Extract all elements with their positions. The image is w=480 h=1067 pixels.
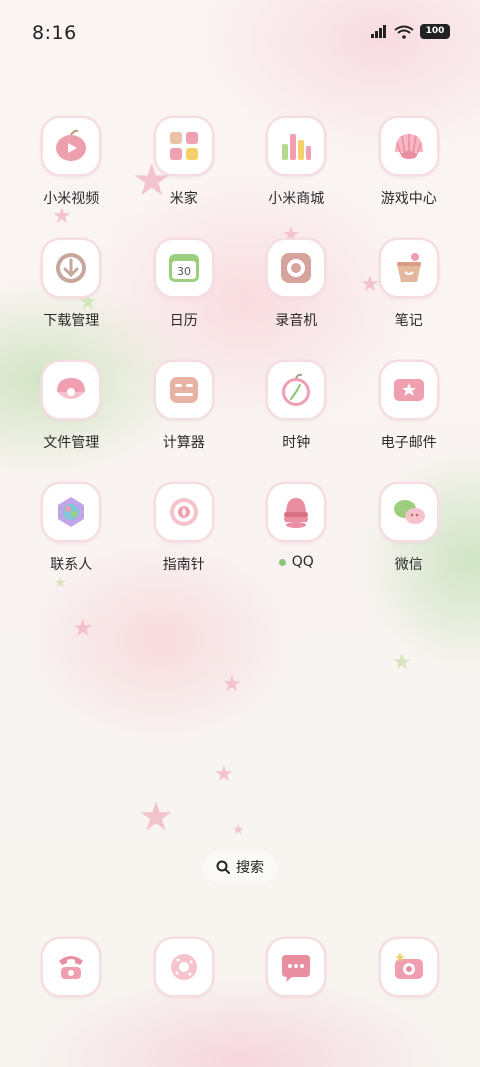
app-label: 文件管理 [43, 435, 100, 451]
home-grid-icon [155, 118, 212, 174]
app-compass[interactable]: 指南针 [128, 484, 241, 606]
calculator-icon [155, 362, 212, 418]
signal-icon [371, 24, 386, 38]
app-label: 米家 [169, 191, 198, 207]
camera-icon [380, 939, 437, 995]
qq-icon [268, 484, 325, 540]
app-label: 时钟 [282, 435, 311, 451]
email-icon [380, 362, 437, 418]
app-qq[interactable]: QQ [240, 484, 353, 606]
star-decoration-icon: ★ [138, 794, 174, 840]
app-label: 电子邮件 [380, 435, 437, 451]
calendar-icon: 30 [155, 240, 212, 296]
app-notes[interactable]: 笔记 [353, 240, 466, 362]
app-mijia[interactable]: 米家 [128, 118, 241, 240]
game-shell-icon [380, 118, 437, 174]
app-label: 指南针 [162, 557, 205, 573]
app-clock[interactable]: 时钟 [240, 362, 353, 484]
status-icons: 100 [370, 24, 450, 39]
app-label: 游戏中心 [380, 191, 437, 207]
app-wechat[interactable]: 微信 [353, 484, 466, 606]
star-decoration-icon: ★ [232, 822, 245, 838]
download-icon [43, 240, 100, 296]
app-label: 小米视频 [43, 191, 100, 207]
clock-icon [268, 362, 325, 418]
battery-icon: 100 [420, 24, 450, 39]
app-file-manager[interactable]: 文件管理 [15, 362, 128, 484]
notification-dot [278, 558, 286, 566]
app-label: 计算器 [162, 435, 205, 451]
app-label: 录音机 [275, 313, 318, 329]
dock-browser[interactable] [128, 939, 241, 999]
app-game-center[interactable]: 游戏中心 [353, 118, 466, 240]
app-grid: 小米视频 米家 小米商城 游戏中心 下载管理 30 日历 录音机 笔记 文件管理… [15, 118, 465, 606]
dock-messages[interactable] [240, 939, 353, 999]
app-label: 下载管理 [43, 313, 100, 329]
app-calculator[interactable]: 计算器 [128, 362, 241, 484]
app-label: 联系人 [50, 557, 93, 573]
star-decoration-icon: ★ [392, 650, 412, 675]
search-icon [216, 860, 230, 874]
app-xiaomi-store[interactable]: 小米商城 [240, 118, 353, 240]
star-decoration-icon: ★ [222, 672, 242, 697]
recorder-icon [268, 240, 325, 296]
search-button[interactable]: 搜索 [203, 851, 277, 883]
app-label: 日历 [169, 313, 198, 329]
app-email[interactable]: 电子邮件 [353, 362, 466, 484]
contacts-icon [43, 484, 100, 540]
app-label: 微信 [394, 557, 423, 573]
browser-icon [155, 939, 212, 995]
app-contacts[interactable]: 联系人 [15, 484, 128, 606]
wechat-icon [380, 484, 437, 540]
app-label: 笔记 [394, 313, 423, 329]
video-icon [43, 118, 100, 174]
compass-icon [155, 484, 212, 540]
app-label-text: QQ [291, 554, 314, 570]
dock-camera[interactable] [353, 939, 466, 999]
wifi-icon [394, 25, 414, 39]
status-bar: 8:16 100 [0, 0, 480, 68]
star-decoration-icon: ★ [72, 614, 94, 642]
app-download-manager[interactable]: 下载管理 [15, 240, 128, 362]
dock [15, 939, 465, 999]
app-label: 小米商城 [268, 191, 325, 207]
messages-icon [268, 939, 325, 995]
notes-icon [380, 240, 437, 296]
app-xiaomi-video[interactable]: 小米视频 [15, 118, 128, 240]
app-calendar[interactable]: 30 日历 [128, 240, 241, 362]
status-time: 8:16 [32, 22, 77, 44]
phone-icon [43, 939, 100, 995]
app-recorder[interactable]: 录音机 [240, 240, 353, 362]
file-manager-icon [43, 362, 100, 418]
app-label: QQ [278, 554, 314, 570]
search-label: 搜索 [236, 860, 264, 876]
calendar-day: 30 [177, 265, 191, 278]
dock-phone[interactable] [15, 939, 128, 999]
star-decoration-icon: ★ [214, 762, 234, 787]
store-icon [268, 118, 325, 174]
